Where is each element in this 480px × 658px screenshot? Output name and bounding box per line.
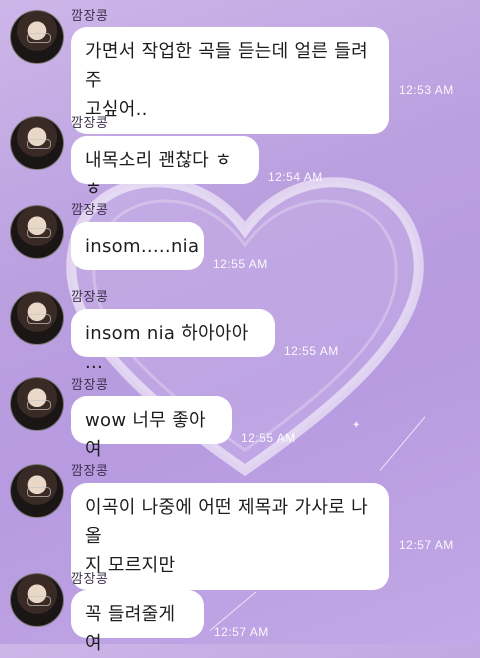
message-bubble[interactable]: 이곡이 나중에 어떤 제목과 가사로 나올 지 모르지만 — [71, 483, 389, 590]
sender-name: 깜장콩 — [71, 378, 109, 393]
message-time: 12:57 AM — [399, 538, 454, 552]
message-text-line: 가면서 작업한 곡들 듣는데 얼른 들려주 — [85, 41, 369, 91]
avatar[interactable] — [10, 573, 64, 627]
message-bubble[interactable]: 가면서 작업한 곡들 듣는데 얼른 들려주 고싶어.. — [71, 27, 389, 134]
message-time: 12:55 AM — [284, 344, 339, 358]
avatar[interactable] — [10, 205, 64, 259]
message-text-line: 꼭 들려줄게여 — [85, 604, 176, 654]
message-bubble[interactable]: insom.....nia — [71, 222, 204, 270]
decorative-line — [379, 416, 426, 471]
avatar[interactable] — [10, 116, 64, 170]
avatar[interactable] — [10, 10, 64, 64]
sender-name: 깜장콩 — [71, 572, 109, 587]
message-time: 12:53 AM — [399, 83, 454, 97]
sender-name: 깜장콩 — [71, 203, 109, 218]
message-bubble[interactable]: 내목소리 괜찮다 ㅎㅎ — [71, 136, 259, 200]
message-text-line: 고싶어.. — [85, 99, 148, 120]
message-text-line: 내목소리 괜찮다 ㅎㅎ — [85, 150, 232, 200]
message-text-line: 이곡이 나중에 어떤 제목과 가사로 나올 — [85, 497, 369, 547]
message-text-line: insom.....nia — [85, 236, 200, 257]
sparkle-icon: ✦ — [352, 420, 361, 431]
sender-name: 깜장콩 — [71, 290, 109, 305]
avatar[interactable] — [10, 464, 64, 518]
message-bubble[interactable]: insom nia 하아아아 ... — [71, 309, 275, 373]
message-time: 12:55 AM — [241, 431, 296, 445]
avatar[interactable] — [10, 377, 64, 431]
message-bubble[interactable]: 꼭 들려줄게여 — [71, 590, 204, 654]
sender-name: 깜장콩 — [71, 116, 109, 131]
message-time: 12:57 AM — [214, 625, 269, 639]
sender-name: 깜장콩 — [71, 464, 109, 479]
message-time: 12:55 AM — [213, 257, 268, 271]
message-text-line: wow 너무 좋아여 — [85, 410, 206, 460]
avatar[interactable] — [10, 291, 64, 345]
sender-name: 깜장콩 — [71, 9, 109, 24]
message-bubble[interactable]: wow 너무 좋아여 — [71, 396, 232, 460]
message-time: 12:54 AM — [268, 170, 323, 184]
message-text-line: 지 모르지만 — [85, 555, 176, 576]
message-text-line: insom nia 하아아아 ... — [85, 323, 249, 373]
